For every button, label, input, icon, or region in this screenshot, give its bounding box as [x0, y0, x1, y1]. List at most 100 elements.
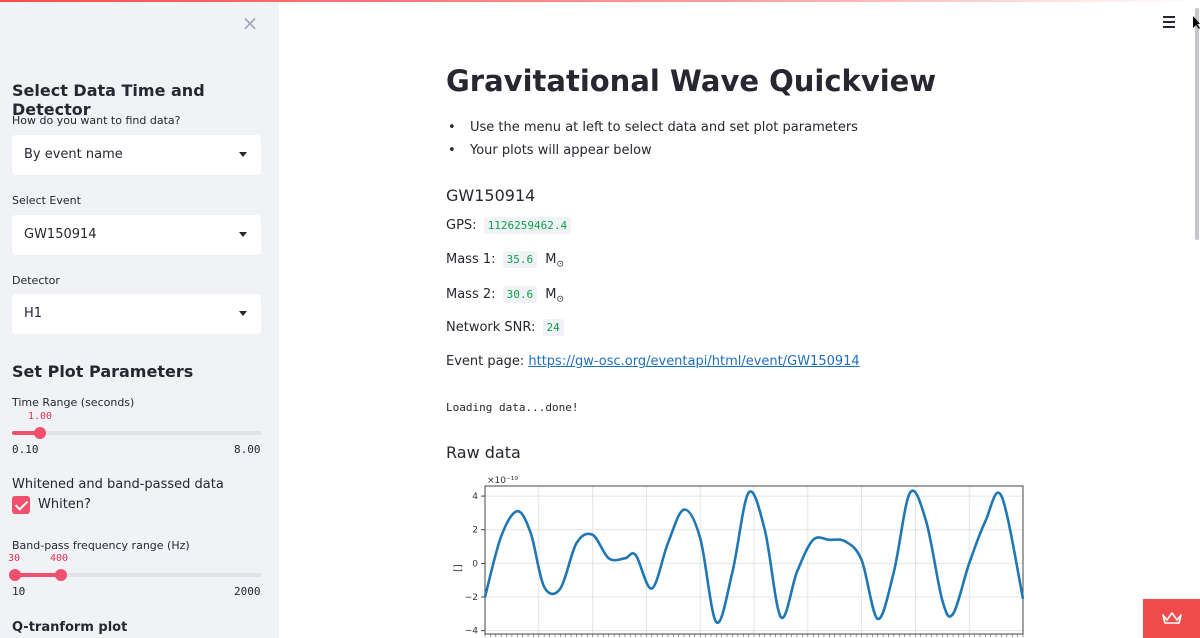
find-data-label: How do you want to find data?: [12, 114, 181, 127]
time-range-min: 0.10: [12, 443, 39, 456]
detector-value: H1: [24, 306, 43, 321]
data-point: [925, 520, 927, 523]
mass1-label: Mass 1:: [446, 252, 496, 267]
bandpass-high-thumb[interactable]: [54, 569, 67, 581]
qtransform-title: Q-tranform plot: [12, 620, 128, 635]
solar-mass-unit: M⊙: [545, 252, 565, 270]
data-point: [796, 570, 798, 573]
mass1-row: Mass 1: 35.6 M⊙: [446, 251, 565, 270]
loading-status: Loading data...done!: [446, 401, 579, 414]
data-point: [500, 535, 502, 538]
mass2-value: 30.6: [502, 286, 538, 303]
data-point: [876, 618, 879, 620]
y-tick-label: −4: [465, 627, 479, 637]
list-item: Your plots will appear below: [446, 139, 858, 162]
app-badge[interactable]: [1143, 599, 1200, 638]
y-tick-label: −2: [465, 593, 478, 603]
snr-label: Network SNR:: [446, 320, 536, 335]
whiten-title: Whitened and band-passed data: [12, 477, 224, 492]
time-range-slider[interactable]: [12, 427, 261, 439]
time-range-max: 8.00: [234, 443, 261, 456]
bandpass-low-thumb[interactable]: [8, 569, 21, 581]
bandpass-high-value: 400: [50, 553, 69, 564]
data-point: [893, 570, 895, 573]
page-title: Gravitational Wave Quickview: [446, 64, 937, 98]
mass2-label: Mass 2:: [446, 287, 496, 302]
mouse-cursor-icon: [1193, 16, 1200, 29]
main-content: Gravitational Wave Quickview Use the men…: [279, 0, 1200, 638]
find-data-value: By event name: [24, 147, 123, 162]
event-page-row: Event page: https://gw-osc.org/eventapi/…: [446, 354, 860, 369]
data-point: [844, 540, 847, 543]
data-point: [607, 557, 610, 560]
data-point: [591, 533, 594, 536]
raw-data-title: Raw data: [446, 443, 521, 462]
data-point: [860, 559, 863, 561]
section-title-plot: Set Plot Parameters: [12, 362, 194, 381]
data-point: [1000, 495, 1003, 497]
data-point: [1022, 597, 1024, 600]
instructions-list: Use the menu at left to select data and …: [446, 116, 858, 162]
data-point: [941, 599, 944, 602]
data-point: [634, 554, 637, 556]
y-axis-label: []: [453, 564, 464, 572]
bandpass-low-value: 30: [8, 553, 21, 564]
whiten-label[interactable]: Whiten?: [38, 497, 91, 512]
whiten-checkbox[interactable]: [12, 496, 30, 514]
raw-data-chart: 4 2 0 −2 −4 ×10⁻¹⁹ []: [453, 476, 1025, 637]
data-point: [909, 491, 911, 494]
gps-label: GPS:: [446, 218, 477, 233]
find-data-select[interactable]: By event name: [12, 135, 261, 175]
data-point: [529, 532, 532, 534]
axis-offset-label: ×10⁻¹⁹: [487, 476, 518, 486]
bandpass-max: 2000: [234, 585, 261, 598]
event-value: GW150914: [24, 227, 97, 242]
scrollbar[interactable]: [1195, 8, 1199, 240]
sidebar: × Select Data Time and Detector How do y…: [0, 0, 279, 638]
snr-row: Network SNR: 24: [446, 319, 564, 336]
event-select[interactable]: GW150914: [12, 215, 261, 255]
hamburger-menu-icon[interactable]: [1163, 16, 1177, 30]
crown-icon: [1162, 612, 1182, 624]
close-icon[interactable]: ×: [241, 13, 259, 33]
time-range-label: Time Range (seconds): [12, 396, 135, 409]
detector-select[interactable]: H1: [12, 294, 261, 334]
time-range-value: 1.00: [28, 411, 53, 422]
event-page-label: Event page:: [446, 354, 525, 369]
top-progress-line: [0, 0, 1200, 2]
data-point: [683, 508, 685, 511]
event-page-link[interactable]: https://gw-osc.org/eventapi/html/event/G…: [528, 354, 859, 369]
data-point: [516, 510, 519, 513]
data-point: [699, 537, 701, 539]
data-point: [968, 562, 970, 565]
data-point: [484, 596, 486, 598]
data-point: [780, 616, 782, 618]
data-point: [812, 539, 814, 541]
bandpass-slider[interactable]: [8, 569, 261, 581]
y-tick-label: 4: [472, 492, 478, 502]
list-item: Use the menu at left to select data and …: [446, 116, 858, 139]
data-point: [559, 587, 562, 590]
data-point: [731, 570, 734, 573]
data-point: [667, 542, 669, 544]
data-point: [650, 587, 653, 590]
gps-value: 1126259462.4: [483, 217, 572, 234]
chevron-down-icon: [239, 152, 247, 157]
chevron-down-icon: [239, 232, 247, 237]
event-title: GW150914: [446, 186, 536, 205]
bandpass-fill: [14, 573, 61, 577]
data-point: [575, 542, 578, 544]
mass1-value: 35.6: [502, 251, 538, 268]
bandpass-label: Band-pass frequency range (Hz): [12, 539, 190, 552]
data-point: [624, 557, 626, 560]
solar-mass-unit: M⊙: [545, 287, 565, 305]
data-point: [828, 539, 831, 541]
snr-value: 24: [542, 319, 564, 336]
time-range-thumb[interactable]: [34, 427, 47, 439]
detector-label: Detector: [12, 274, 60, 287]
data-point: [984, 520, 987, 523]
data-point: [543, 586, 545, 588]
y-tick-label: 2: [472, 526, 478, 536]
select-event-label: Select Event: [12, 194, 81, 207]
gps-row: GPS: 1126259462.4: [446, 217, 572, 234]
